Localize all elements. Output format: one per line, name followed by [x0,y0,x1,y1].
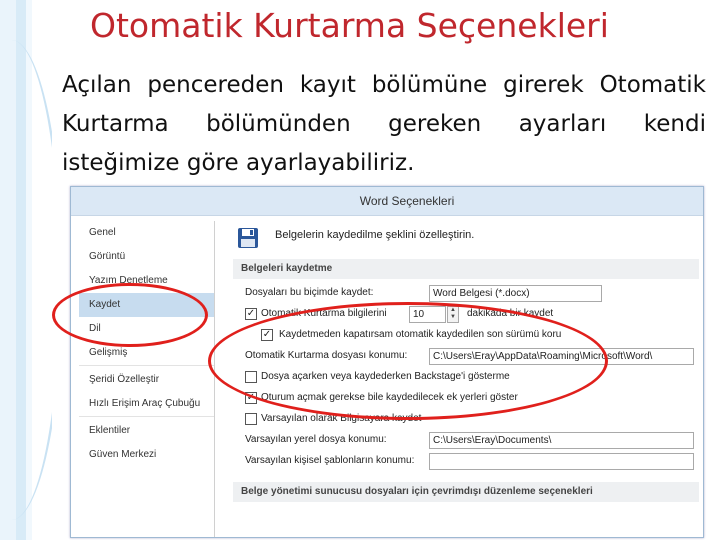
content-header: Belgelerin kaydedilme şeklini özelleştir… [223,221,699,259]
highlight-ellipse-autorecover [208,302,608,420]
templates-location-label: Varsayılan kişisel şablonların konumu: [245,455,415,466]
options-nav: Genel Görüntü Yazım Denetleme Kaydet Dil… [79,221,215,537]
row-save-format: Dosyaları bu biçimde kaydet: Word Belges… [223,283,699,304]
dialog-title: Word Seçenekleri [359,194,455,208]
section-server-offline: Belge yönetimi sunucusu dosyaları için ç… [233,482,699,502]
nav-item-guven-merkezi[interactable]: Güven Merkezi [79,443,214,467]
nav-item-genel[interactable]: Genel [79,221,214,245]
save-format-select[interactable]: Word Belgesi (*.docx) [429,285,602,302]
section-save-documents: Belgeleri kaydetme [233,259,699,279]
content-header-text: Belgelerin kaydedilme şeklini özelleştir… [275,229,475,241]
nav-item-eklentiler[interactable]: Eklentiler [79,419,214,443]
templates-location-input[interactable] [429,453,694,470]
dialog-titlebar: Word Seçenekleri [71,187,703,216]
row-local-location: Varsayılan yerel dosya konumu: C:\Users\… [223,430,699,451]
row-templates-location: Varsayılan kişisel şablonların konumu: [223,451,699,472]
left-decoration [0,0,52,540]
slide-title: Otomatik Kurtarma Seçenekleri [90,6,609,45]
local-location-input[interactable]: C:\Users\Eray\Documents\ [429,432,694,449]
local-location-label: Varsayılan yerel dosya konumu: [245,434,387,445]
nav-item-hizli-erisim[interactable]: Hızlı Erişim Araç Çubuğu [79,392,214,417]
nav-item-seridi-ozellestir[interactable]: Şeridi Özelleştir [79,368,214,392]
save-format-label: Dosyaları bu biçimde kaydet: [245,287,374,298]
default-computer-checkbox[interactable] [245,413,257,425]
save-disk-icon [238,228,258,248]
slide-body-text: Açılan pencereden kayıt bölümüne girerek… [62,72,706,176]
nav-item-goruntu[interactable]: Görüntü [79,245,214,269]
autorecover-checkbox[interactable]: ✓ [245,308,257,320]
highlight-ellipse-kaydet [52,283,208,347]
